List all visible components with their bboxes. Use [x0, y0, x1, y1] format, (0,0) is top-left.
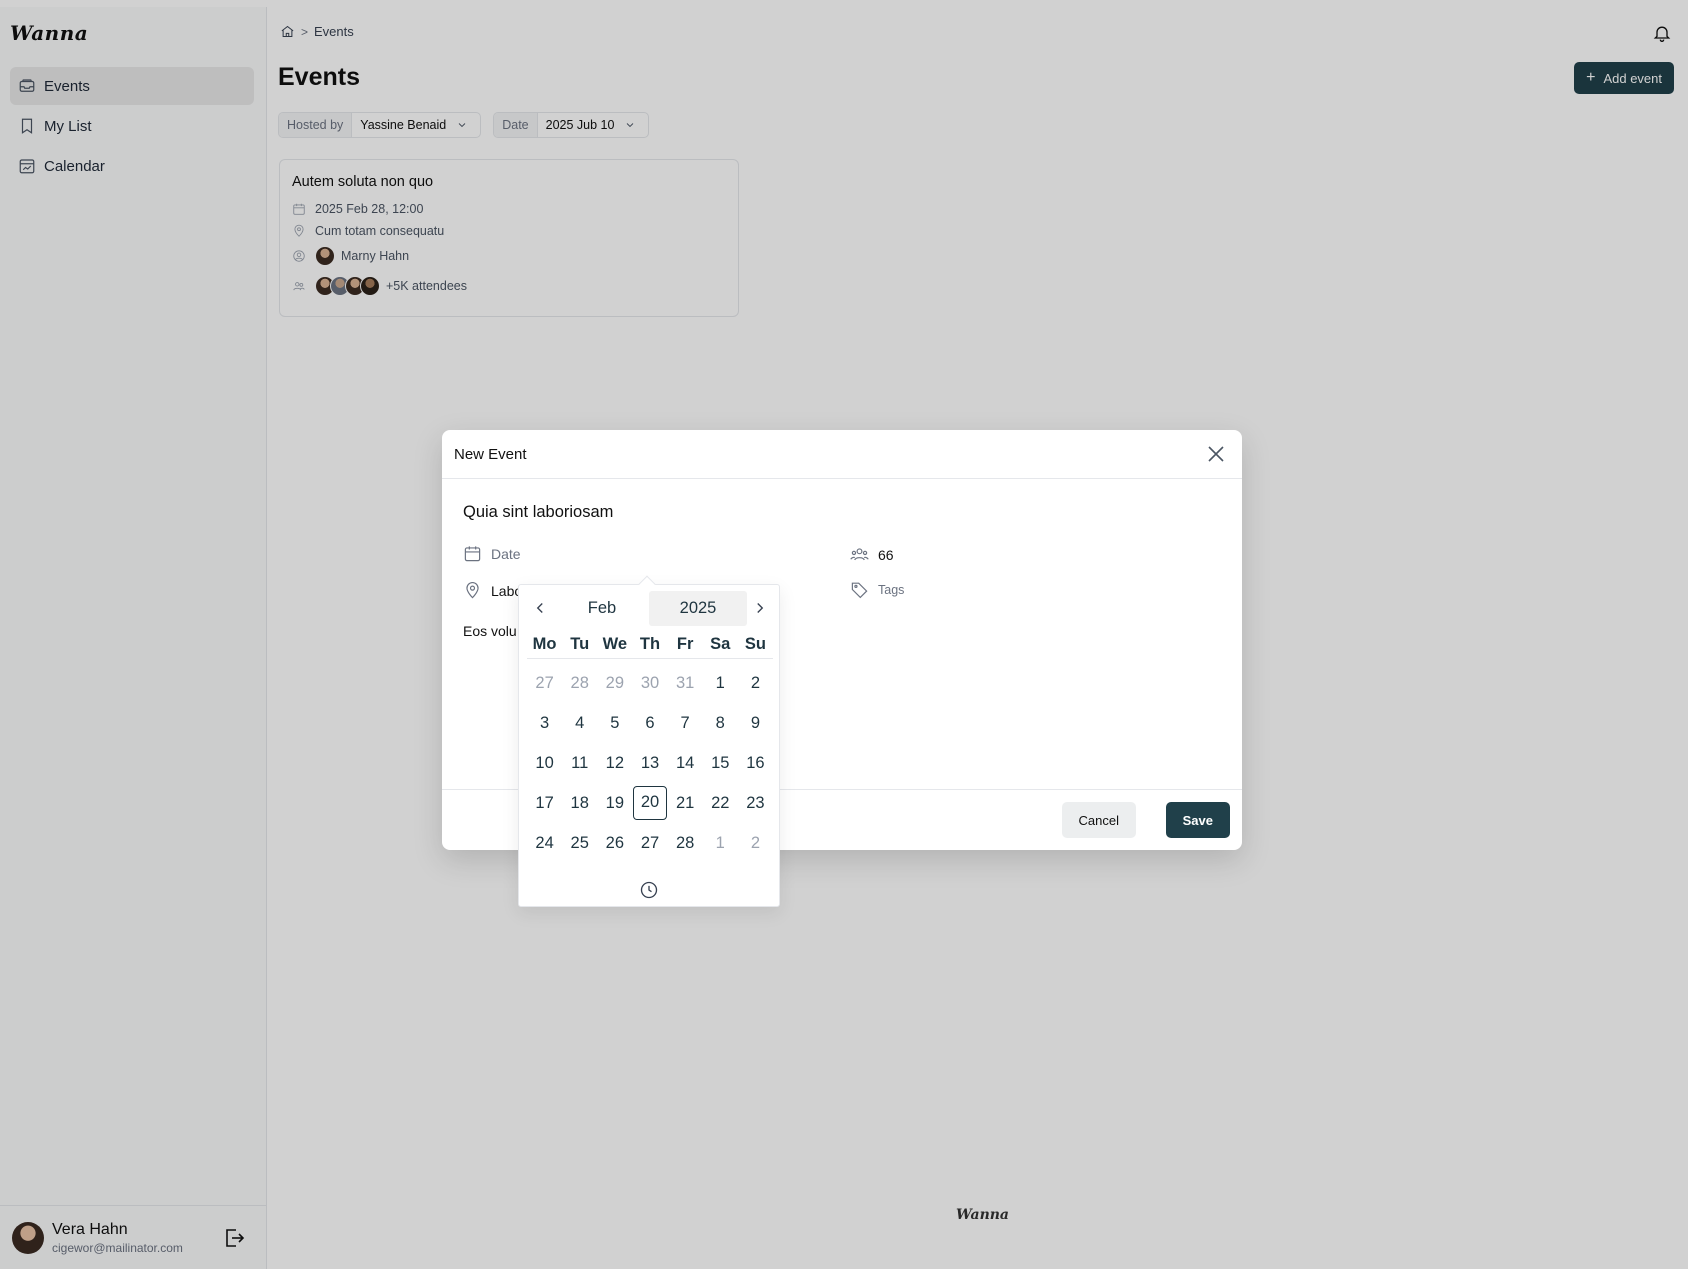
weekday-label: Su	[744, 635, 766, 653]
capacity-value: 66	[878, 546, 894, 563]
calendar-week: 10 11 12 13 14 15 16	[527, 743, 773, 783]
calendar-day[interactable]: 13	[633, 746, 666, 780]
calendar-day[interactable]: 8	[704, 706, 737, 740]
tags-placeholder: Tags	[878, 582, 905, 597]
weekday-label: Mo	[532, 635, 557, 653]
calendar-week: 17 18 19 20 21 22 23	[527, 783, 773, 823]
calendar-day[interactable]: 1	[704, 826, 737, 860]
calendar-grid: Mo Tu We Th Fr Sa Su 27 28 29 30 31 1 2 3 4 5 6 7 8 9 10 11 12…	[527, 631, 773, 863]
calendar-day[interactable]: 29	[598, 666, 631, 700]
calendar-day[interactable]: 10	[528, 746, 561, 780]
calendar-day[interactable]: 28	[563, 666, 596, 700]
weekday-header: Mo Tu We Th Fr Sa Su	[527, 631, 773, 659]
calendar-day[interactable]: 26	[598, 826, 631, 860]
cancel-button[interactable]: Cancel	[1061, 802, 1136, 838]
tag-icon	[851, 582, 868, 599]
calendar-week: 3456789	[527, 703, 773, 743]
calendar-day[interactable]: 23	[739, 786, 772, 820]
next-month-button[interactable]	[751, 599, 769, 617]
date-picker-header: Feb 2025	[527, 591, 773, 626]
calendar-day[interactable]: 24	[528, 826, 561, 860]
weekday-label: Sa	[710, 635, 731, 653]
modal-title: New Event	[454, 445, 527, 463]
calendar-day[interactable]: 2	[739, 666, 772, 700]
calendar-day-selected[interactable]: 20	[633, 786, 667, 820]
modal-header: New Event	[442, 430, 1242, 479]
calendar-day[interactable]: 12	[598, 746, 631, 780]
calendar-day[interactable]: 16	[739, 746, 772, 780]
previous-month-button[interactable]	[531, 599, 549, 617]
weekday-label: Fr	[676, 635, 694, 653]
clock-icon	[640, 881, 658, 899]
calendar-week: 24 25 26 27 28 1 2	[527, 823, 773, 863]
calendar-day[interactable]: 31	[669, 666, 702, 700]
year-selector[interactable]: 2025	[649, 591, 747, 626]
calendar-day[interactable]: 30	[633, 666, 666, 700]
calendar-day[interactable]: 5	[598, 706, 631, 740]
calendar-weeks: 27 28 29 30 31 1 2 3 4 5 6 7 8 9 10 11 12 13 14 15 16 17 18 19 2…	[527, 663, 773, 863]
users-icon	[850, 548, 869, 561]
calendar-day[interactable]: 4	[563, 706, 596, 740]
date-field[interactable]: Date	[463, 544, 521, 563]
weekday-label: We	[602, 635, 628, 653]
description-field[interactable]: Eos volu	[463, 623, 517, 639]
calendar-day[interactable]: 21	[669, 786, 702, 820]
calendar-day[interactable]: 27	[528, 666, 561, 700]
calendar-day[interactable]: 19	[598, 786, 631, 820]
tags-field[interactable]: Tags	[850, 580, 904, 599]
close-icon	[1208, 446, 1224, 462]
calendar-day[interactable]: 2	[739, 826, 772, 860]
time-picker-button[interactable]	[639, 880, 659, 900]
calendar-day[interactable]: 3	[528, 706, 561, 740]
calendar-day[interactable]: 9	[739, 706, 772, 740]
calendar-day[interactable]: 22	[704, 786, 737, 820]
calendar-day[interactable]: 11	[563, 746, 596, 780]
calendar-day[interactable]: 17	[528, 786, 561, 820]
chevron-left-icon	[536, 603, 543, 613]
calendar-day[interactable]: 25	[563, 826, 596, 860]
calendar-day[interactable]: 28	[669, 826, 702, 860]
calendar-day[interactable]: 6	[633, 706, 666, 740]
calendar-icon	[464, 546, 481, 562]
calendar-week: 27 28 29 30 31 1 2	[527, 663, 773, 703]
location-pin-icon	[466, 582, 479, 599]
close-button[interactable]	[1204, 442, 1228, 466]
event-name-input[interactable]: Quia sint laboriosam	[463, 503, 613, 522]
weekday-label: Tu	[570, 635, 590, 653]
chevron-right-icon	[757, 603, 764, 613]
calendar-day[interactable]: 7	[669, 706, 702, 740]
date-field-placeholder: Date	[491, 545, 521, 562]
date-picker-popup: Feb 2025 Mo Tu We Th Fr Sa Su 27 28 29 30 31 1 2 3 4 5 6…	[518, 575, 780, 907]
location-field[interactable]: Labo	[463, 581, 522, 600]
calendar-day[interactable]: 15	[704, 746, 737, 780]
calendar-day[interactable]: 27	[633, 826, 666, 860]
capacity-field[interactable]: 66	[850, 545, 894, 564]
month-selector[interactable]: Feb	[567, 591, 637, 626]
calendar-day[interactable]: 14	[669, 746, 702, 780]
calendar-day[interactable]: 1	[704, 666, 737, 700]
weekday-label: Th	[639, 635, 661, 653]
save-button[interactable]: Save	[1165, 802, 1230, 838]
calendar-day[interactable]: 18	[563, 786, 596, 820]
